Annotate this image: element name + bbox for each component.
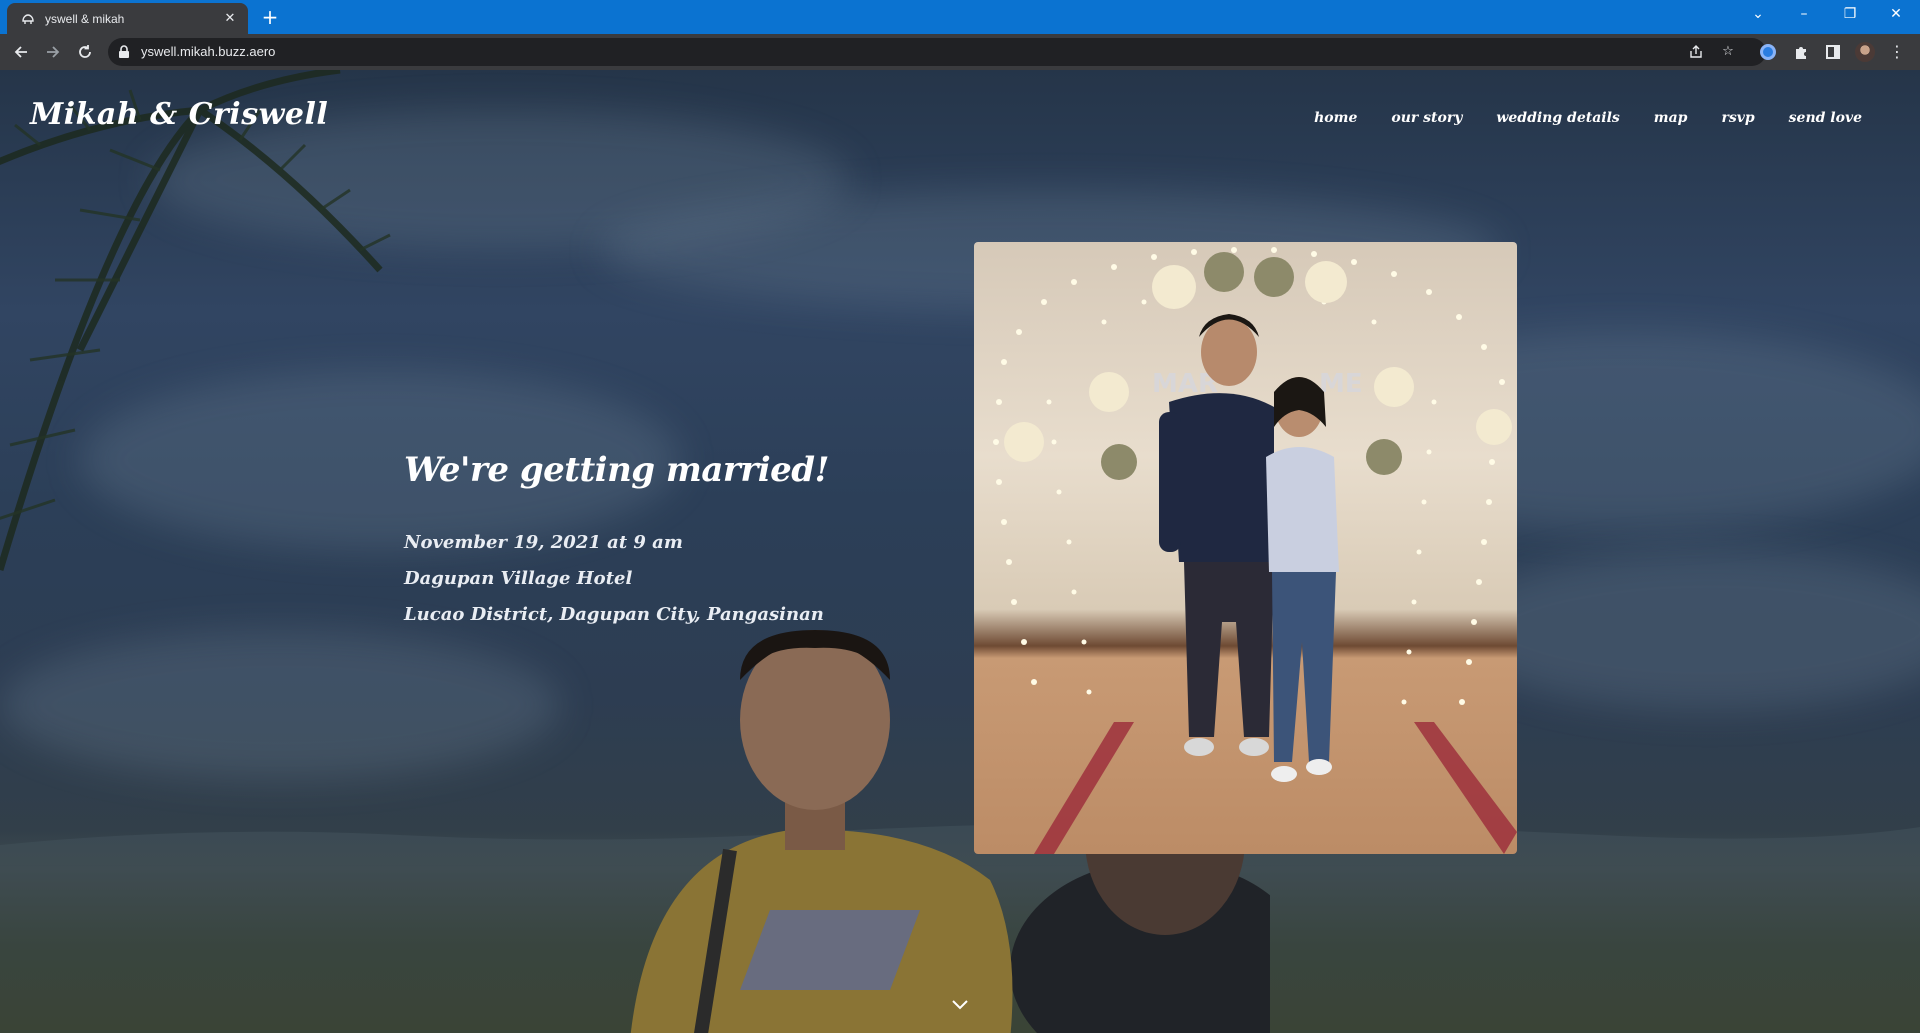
lock-icon — [119, 45, 129, 58]
hero-heading: We're getting married! — [404, 450, 829, 490]
background-cloud — [1450, 550, 1920, 710]
hero-section: Mikah & Criswell home our story wedding … — [0, 70, 1920, 1033]
site-logo[interactable]: Mikah & Criswell — [30, 97, 328, 132]
event-venue: Dagupan Village Hotel — [404, 568, 633, 589]
nav-wedding-details[interactable]: wedding details — [1496, 110, 1619, 126]
star-icon[interactable]: ☆ — [1718, 42, 1738, 62]
nav-map[interactable]: map — [1654, 110, 1688, 126]
new-tab-button[interactable]: + — [258, 5, 282, 29]
share-icon[interactable] — [1686, 42, 1706, 62]
site-navigation: home our story wedding details map rsvp … — [1314, 110, 1862, 126]
event-date: November 19, 2021 at 9 am — [404, 532, 683, 553]
tab-title: yswell & mikah — [45, 11, 125, 26]
nav-send-love[interactable]: send love — [1789, 110, 1862, 126]
back-button[interactable] — [8, 39, 34, 65]
event-address: Lucao District, Dagupan City, Pangasinan — [404, 604, 824, 625]
nav-home[interactable]: home — [1314, 110, 1357, 126]
address-bar[interactable]: yswell.mikah.buzz.aero ☆ — [108, 38, 1766, 66]
side-panel-icon[interactable] — [1823, 42, 1843, 62]
restore-window-icon[interactable]: ❐ — [1827, 0, 1873, 30]
close-tab-icon[interactable]: ✕ — [222, 11, 238, 26]
nav-our-story[interactable]: our story — [1391, 110, 1462, 126]
avatar-icon[interactable] — [1855, 42, 1875, 62]
tab-search-icon[interactable]: ⌄ — [1735, 0, 1781, 30]
minimize-window-icon[interactable]: – — [1781, 0, 1827, 30]
reload-button[interactable] — [72, 39, 98, 65]
chevron-down-icon[interactable] — [951, 995, 969, 1013]
close-window-icon[interactable]: ✕ — [1873, 0, 1919, 30]
nav-rsvp[interactable]: rsvp — [1721, 110, 1754, 126]
puzzle-icon[interactable] — [1791, 42, 1811, 62]
forward-button[interactable] — [40, 39, 66, 65]
browser-tab[interactable]: yswell & mikah ✕ — [7, 3, 248, 34]
extension-icon[interactable] — [1758, 42, 1778, 62]
browser-tab-strip: yswell & mikah ✕ + ⌄ – ❐ ✕ — [0, 0, 1920, 34]
engagement-photo: MAR ME — [974, 242, 1517, 854]
event-details: November 19, 2021 at 9 am Dagupan Villag… — [404, 525, 824, 633]
photo-sign-text: ME — [1319, 369, 1363, 399]
site-favicon-icon — [21, 12, 35, 26]
kebab-menu-icon[interactable]: ⋮ — [1887, 42, 1907, 62]
engagement-photo-illustration: MAR ME — [993, 247, 1517, 854]
url-text[interactable]: yswell.mikah.buzz.aero — [141, 38, 275, 66]
browser-toolbar: yswell.mikah.buzz.aero ☆ ⋮ — [0, 34, 1920, 70]
